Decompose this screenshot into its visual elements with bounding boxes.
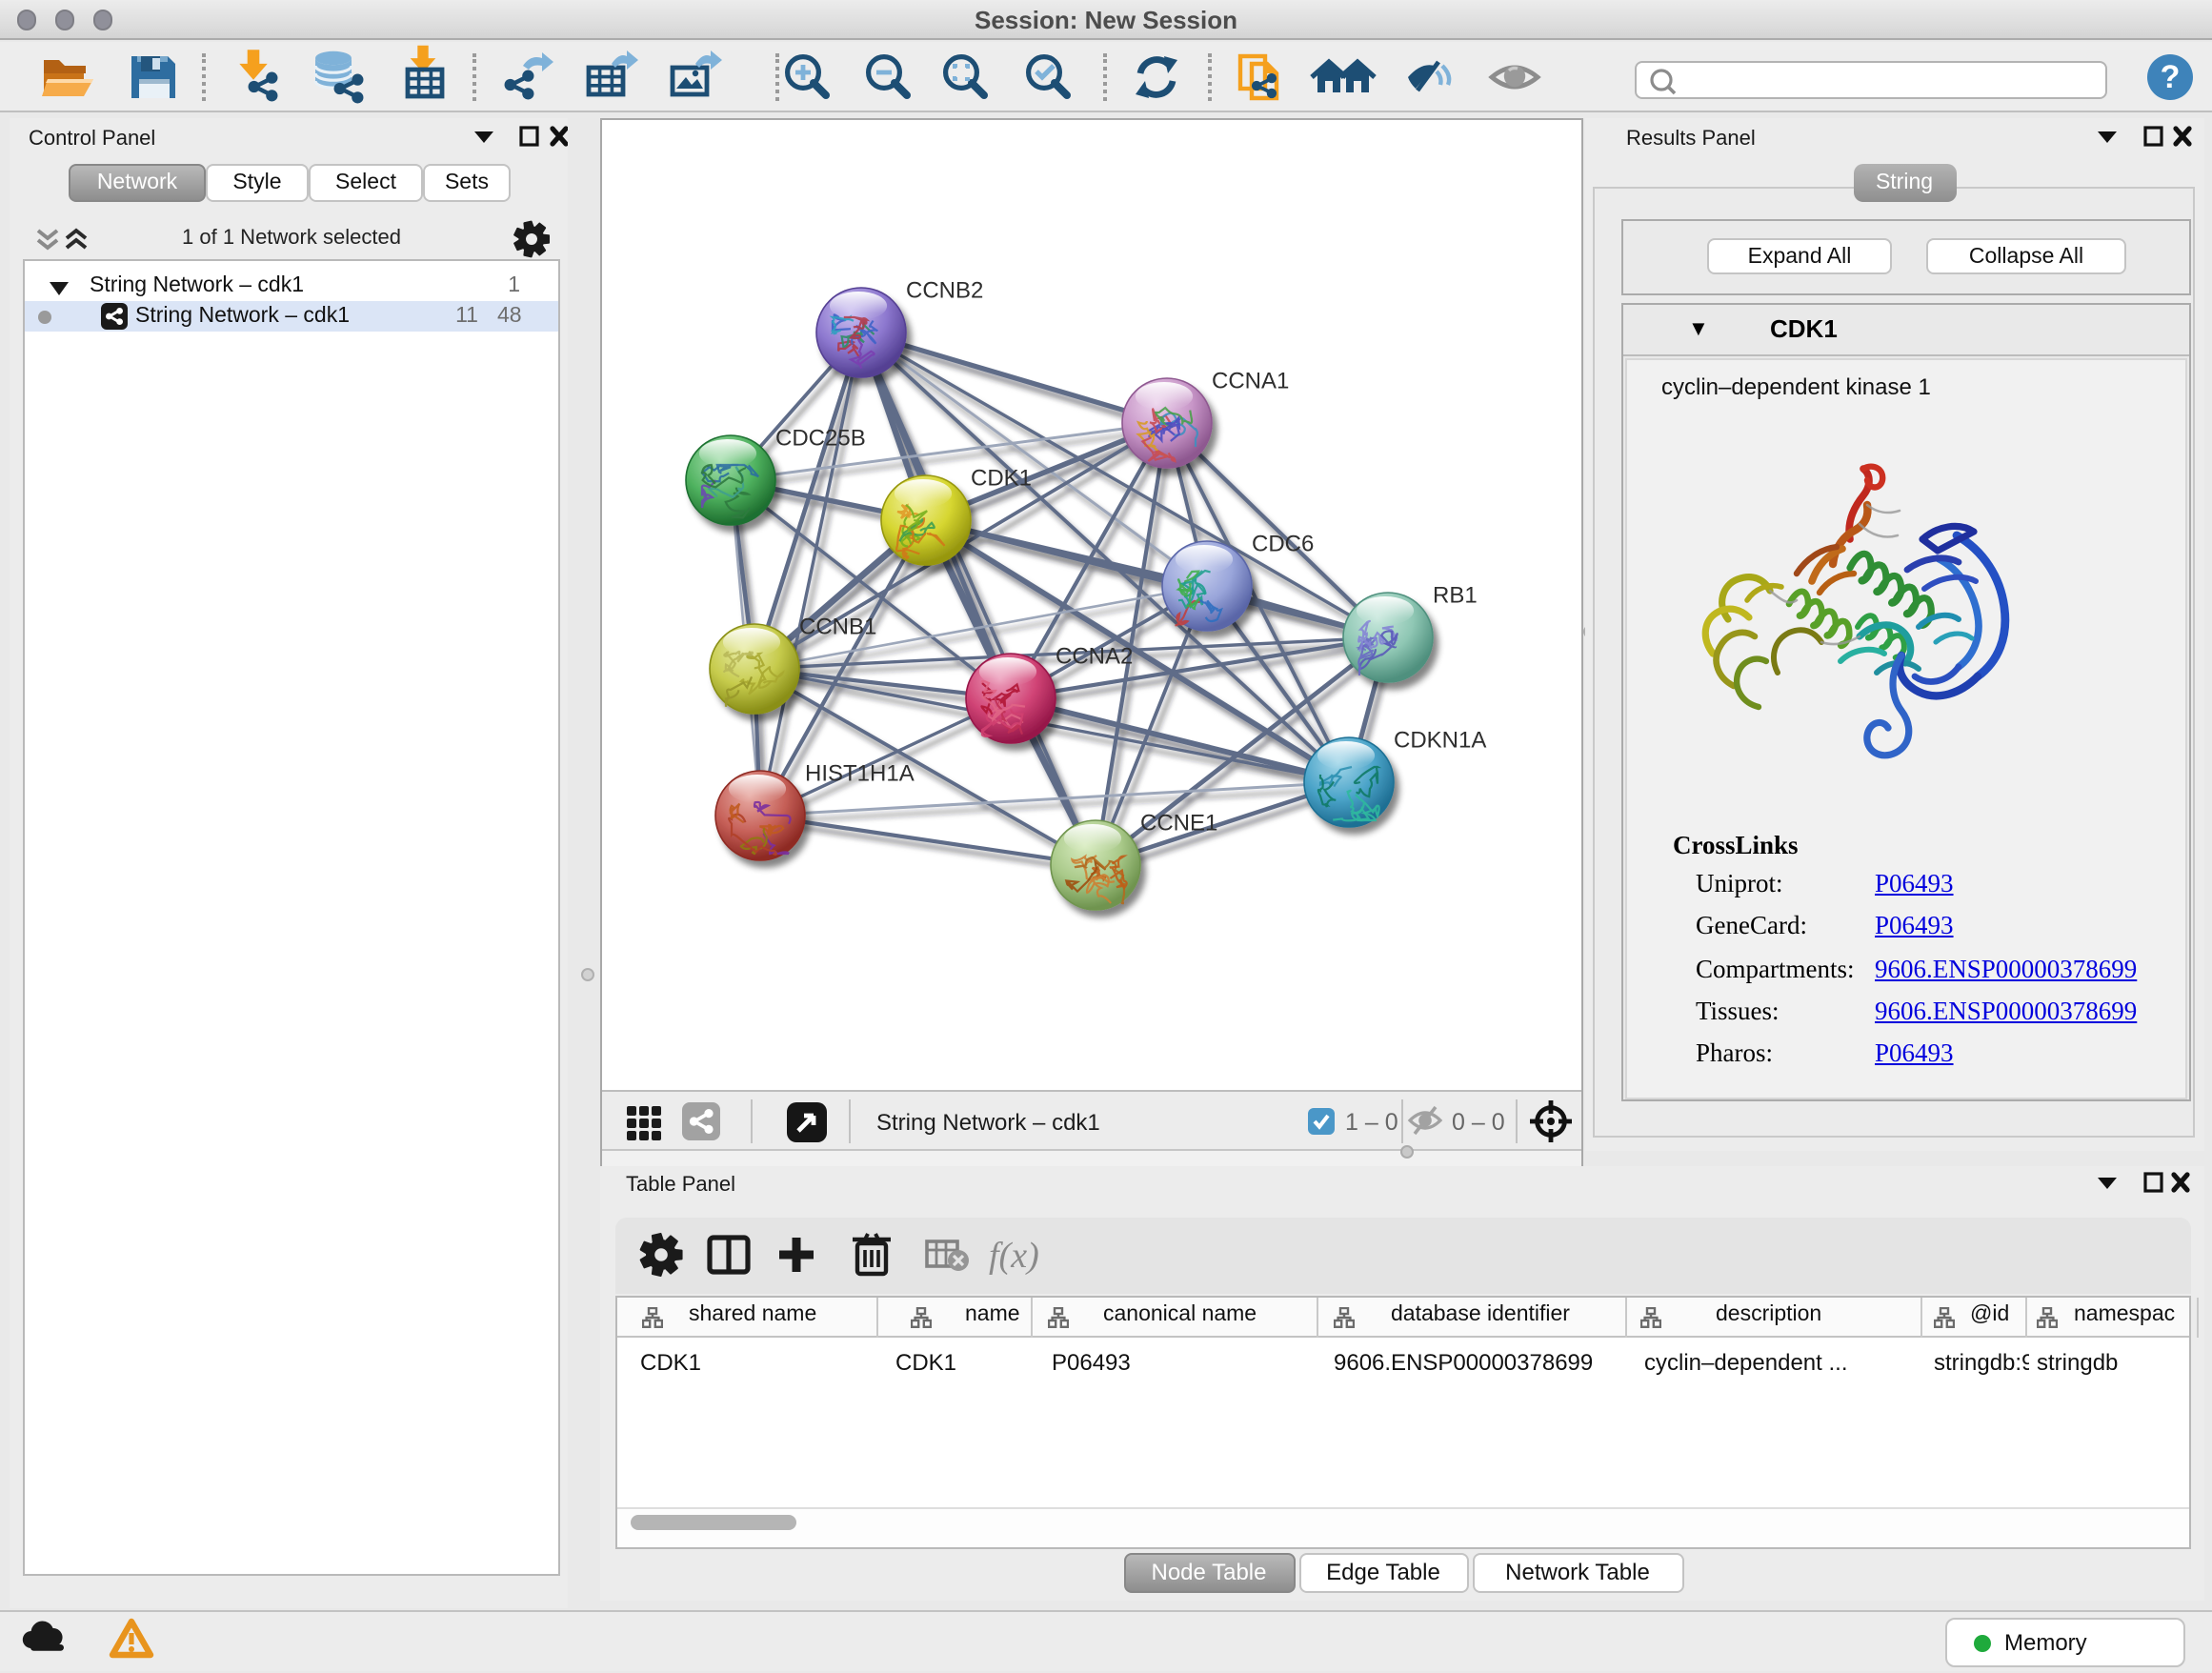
svg-text:f(x): f(x) xyxy=(988,1235,1038,1275)
svg-text:CCNA2: CCNA2 xyxy=(1055,644,1132,670)
svg-text:CDC25B: CDC25B xyxy=(774,426,865,452)
svg-text:CCNA1: CCNA1 xyxy=(1211,369,1288,394)
svg-text:CCNB1: CCNB1 xyxy=(798,615,875,640)
svg-text:RB1: RB1 xyxy=(1432,583,1477,609)
svg-text:?: ? xyxy=(2161,59,2181,95)
svg-text:HIST1H1A: HIST1H1A xyxy=(804,761,914,787)
svg-text:CCNB2: CCNB2 xyxy=(905,278,982,304)
svg-text:String Network – cdk1: String Network – cdk1 xyxy=(875,1110,1099,1136)
svg-text:CDK1: CDK1 xyxy=(970,466,1031,492)
svg-text:1 – 0: 1 – 0 xyxy=(1344,1109,1398,1136)
svg-text:0 – 0: 0 – 0 xyxy=(1451,1109,1504,1136)
svg-text:CDC6: CDC6 xyxy=(1251,532,1313,557)
svg-text:CDKN1A: CDKN1A xyxy=(1393,728,1485,754)
svg-text:CCNE1: CCNE1 xyxy=(1139,811,1217,836)
